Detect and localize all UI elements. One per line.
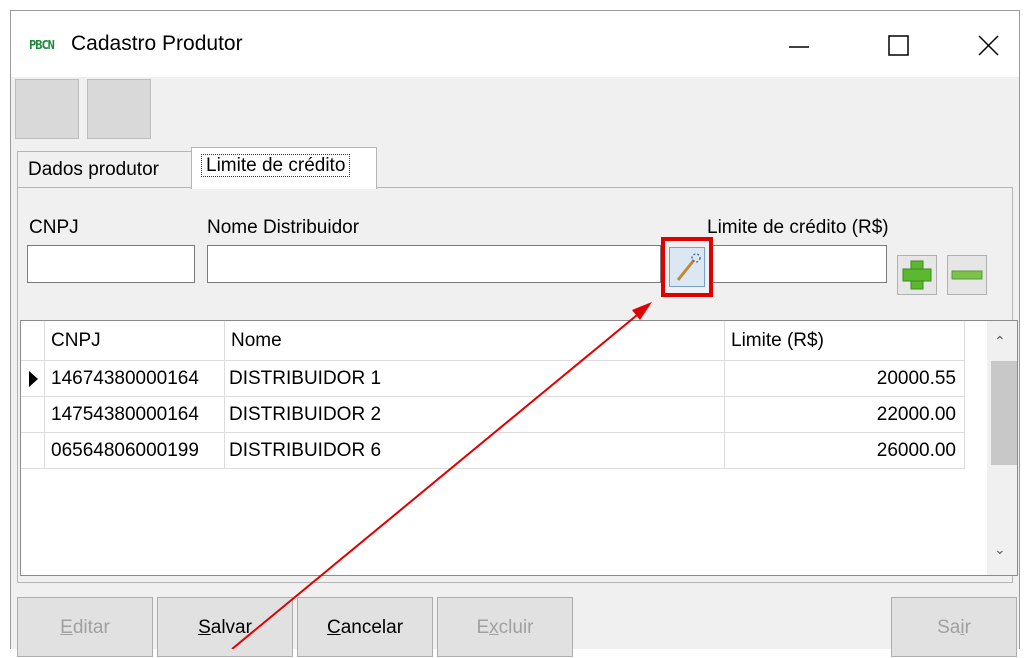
remove-limite-button[interactable]: [947, 255, 987, 295]
sair-label-post: r: [964, 617, 971, 638]
cell-limite: 22000.00: [725, 397, 965, 433]
maximize-button[interactable]: [869, 25, 929, 65]
limite-credito-grid: CNPJ Nome Limite (R$) 14674380000164 DIS…: [20, 320, 1018, 576]
toolbar-button-2[interactable]: [87, 79, 151, 139]
plus-icon: [902, 260, 932, 290]
salvar-accel-key: S: [198, 617, 211, 638]
close-button[interactable]: [959, 25, 1019, 65]
window-title: Cadastro Produtor: [71, 32, 243, 55]
app-logo-icon: PBCN: [29, 38, 55, 52]
toolbar-button-1[interactable]: [15, 79, 79, 139]
table-row[interactable]: 14674380000164 DISTRIBUIDOR 1 20000.55: [21, 361, 965, 397]
cell-cnpj: 14674380000164: [45, 361, 225, 397]
search-button-face: [669, 247, 705, 287]
minus-icon: [951, 270, 983, 280]
scroll-down-icon[interactable]: ⌄: [994, 541, 1006, 558]
add-limite-button[interactable]: [897, 255, 937, 295]
cnpj-input[interactable]: [27, 245, 195, 283]
cell-limite: 20000.55: [725, 361, 965, 397]
grid-vertical-scrollbar[interactable]: ⌃ ⌄: [987, 321, 1017, 575]
scroll-thumb[interactable]: [991, 361, 1017, 465]
cell-nome: DISTRIBUIDOR 6: [225, 433, 725, 469]
table-row[interactable]: 14754380000164 DISTRIBUIDOR 2 22000.00: [21, 397, 965, 433]
row-pointer-icon: [29, 371, 38, 387]
minimize-button[interactable]: [769, 25, 829, 65]
sair-label-pre: Sa: [937, 617, 961, 638]
cell-nome: DISTRIBUIDOR 2: [225, 397, 725, 433]
row-indicator: [21, 361, 45, 397]
button-bar: Editar Salvar Cancelar Excluir Sair: [11, 585, 1019, 657]
cell-cnpj: 06564806000199: [45, 433, 225, 469]
limite-de-credito-label: Limite de crédito (R$): [707, 217, 889, 238]
salvar-button[interactable]: Salvar: [157, 597, 293, 657]
search-icon: [676, 253, 701, 281]
cell-nome: DISTRIBUIDOR 1: [225, 361, 725, 397]
cnpj-label: CNPJ: [29, 217, 79, 238]
cancelar-accel-key: C: [326, 617, 341, 638]
row-indicator: [21, 433, 45, 469]
close-icon: [978, 35, 999, 56]
tab-label: Limite de crédito: [200, 154, 351, 177]
grid-header-indicator: [21, 321, 45, 361]
cancelar-button[interactable]: Cancelar: [297, 597, 433, 657]
limite-de-credito-input[interactable]: [709, 245, 887, 283]
table-row[interactable]: 06564806000199 DISTRIBUIDOR 6 26000.00: [21, 433, 965, 469]
sair-button[interactable]: Sair: [891, 597, 1017, 657]
maximize-icon: [888, 35, 909, 56]
tab-dados-produtor[interactable]: Dados produtor: [17, 151, 193, 187]
nome-distribuidor-label: Nome Distribuidor: [207, 217, 360, 238]
grid-header-limite[interactable]: Limite (R$): [725, 321, 965, 361]
editar-button[interactable]: Editar: [17, 597, 153, 657]
cell-cnpj: 14754380000164: [45, 397, 225, 433]
excluir-button[interactable]: Excluir: [437, 597, 573, 657]
excluir-label-post: cluir: [498, 617, 534, 638]
scroll-up-icon[interactable]: ⌃: [994, 333, 1006, 350]
search-distribuidor-button[interactable]: [661, 237, 713, 297]
tab-limite-de-credito[interactable]: Limite de crédito: [191, 147, 377, 189]
row-indicator: [21, 397, 45, 433]
excluir-label-pre: E: [476, 617, 490, 638]
tab-label: Dados produtor: [28, 159, 159, 180]
salvar-label-post: alvar: [210, 617, 252, 638]
grid-header-cnpj[interactable]: CNPJ: [45, 321, 225, 361]
excluir-accel-key: x: [489, 617, 499, 638]
minimize-icon: [789, 46, 809, 48]
editar-accel-key: E: [60, 617, 73, 638]
title-bar: PBCN Cadastro Produtor: [11, 11, 1019, 77]
cell-limite: 26000.00: [725, 433, 965, 469]
cancelar-label-post: ancelar: [340, 617, 404, 638]
nome-distribuidor-input[interactable]: [207, 245, 661, 283]
editar-label-post: ditar: [72, 617, 110, 638]
grid-header-nome[interactable]: Nome: [225, 321, 725, 361]
